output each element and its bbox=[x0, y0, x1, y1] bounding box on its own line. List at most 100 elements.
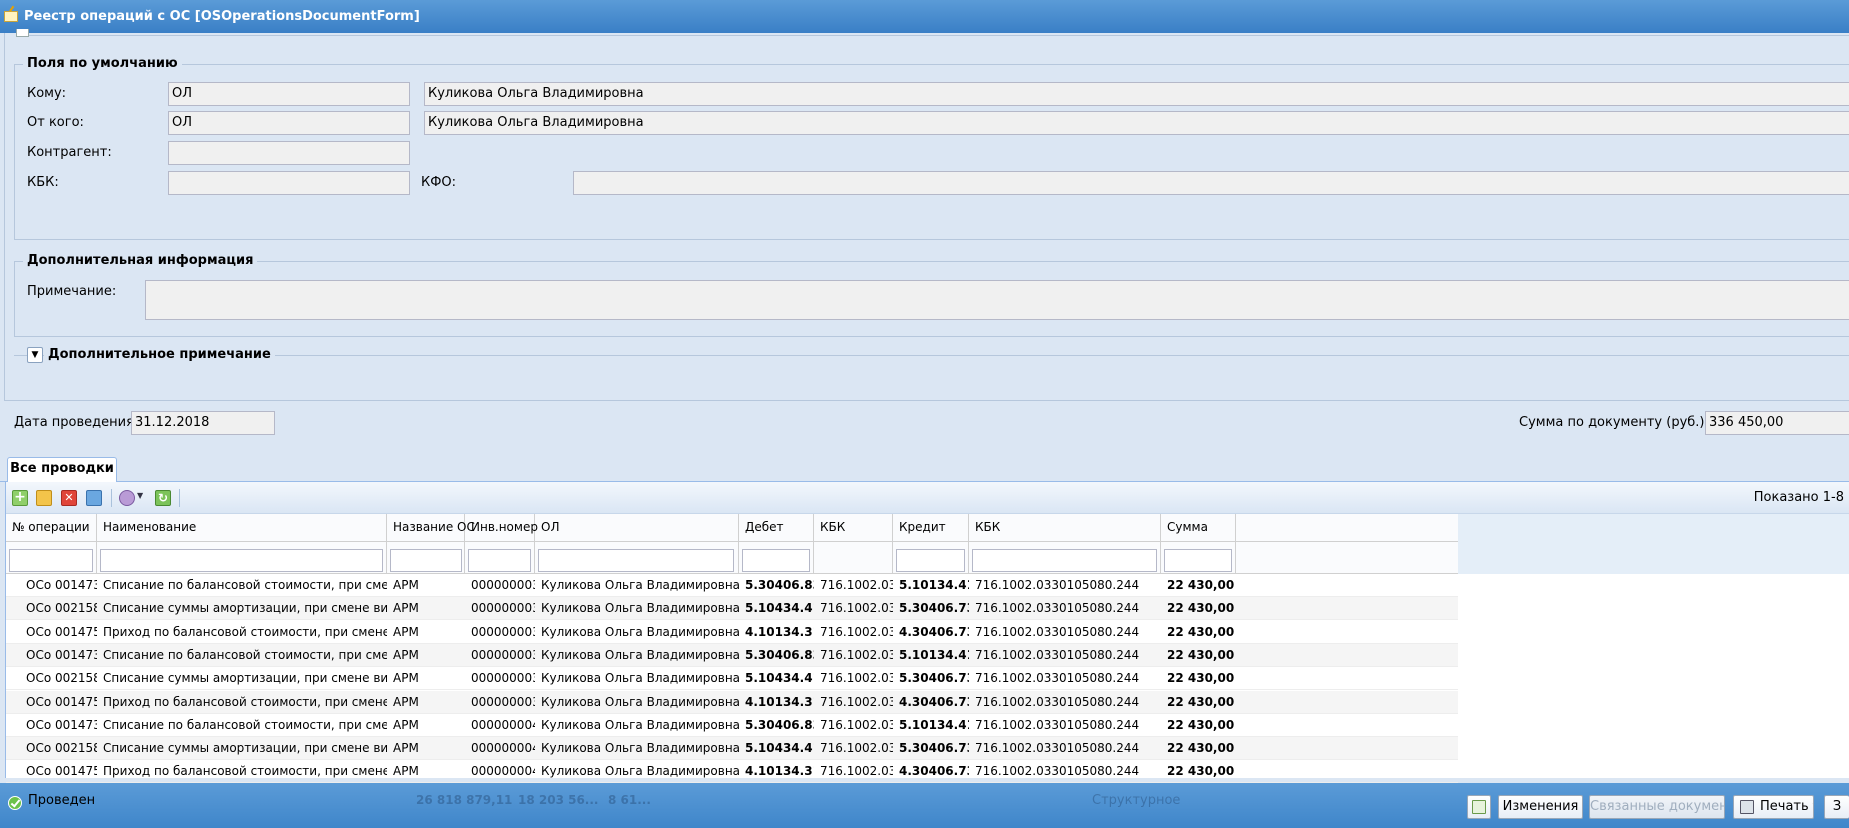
kbk-credit-cell: 716.1002.0330105080.244 bbox=[975, 647, 1140, 662]
inventory-number-cell: 0000000038 bbox=[471, 601, 535, 616]
inventory-number-cell: 0000000039 bbox=[471, 694, 535, 709]
table-row[interactable]: ОСо 001475 Приход по балансовой стоимости… bbox=[6, 760, 1458, 784]
ol-cell: Куликова Ольга Владимировна bbox=[541, 671, 739, 686]
sum-cell: 22 430,00 bbox=[1167, 578, 1235, 592]
otkogo-code-field[interactable]: ОЛ bbox=[168, 111, 410, 135]
os-name-cell: АРМ bbox=[393, 601, 419, 616]
ol-cell: Куликова Ольга Владимировна bbox=[541, 578, 739, 592]
table-row[interactable]: ОСо 002158 Списание суммы амортизации, пр… bbox=[6, 597, 1458, 621]
inventory-number-cell: 0000000040 bbox=[471, 717, 535, 732]
check-circle-icon bbox=[8, 796, 22, 810]
ghost-total: 18 203 56... bbox=[518, 793, 599, 807]
kbk-debit-cell: 716.1002.03... bbox=[820, 578, 893, 592]
credit-cell: 5.10134.410 bbox=[899, 647, 969, 662]
sum-field[interactable]: 336 450,00 bbox=[1705, 411, 1849, 435]
inventory-number-cell: 0000000040 bbox=[471, 741, 535, 756]
name-cell: Списание суммы амортизации, при смене ви… bbox=[103, 671, 387, 686]
tab-all-entries[interactable]: Все проводки bbox=[7, 457, 117, 483]
linked-documents-button[interactable]: Связанные документы bbox=[1589, 795, 1725, 819]
ol-cell: Куликова Ольга Владимировна bbox=[541, 741, 739, 756]
table-row[interactable]: ОСо 001473 Списание по балансовой стоимос… bbox=[6, 643, 1458, 667]
extra-note-toggle[interactable]: ▼ bbox=[27, 347, 43, 363]
delete-icon[interactable]: ✕ bbox=[61, 490, 77, 506]
operation-number-cell: ОСо 001475 bbox=[26, 764, 97, 779]
top-divider bbox=[29, 35, 1849, 36]
collapsed-checkbox[interactable] bbox=[16, 29, 29, 37]
os-name-cell: АРМ bbox=[393, 741, 419, 756]
col-debit-filter[interactable] bbox=[742, 549, 810, 572]
edit-icon[interactable] bbox=[36, 490, 52, 506]
kfo-field[interactable] bbox=[573, 171, 1849, 195]
print-button[interactable]: Печать ▾ bbox=[1733, 795, 1814, 819]
debit-cell: 4.10134.310 bbox=[745, 624, 814, 639]
col-os-name-filter[interactable] bbox=[390, 549, 462, 572]
ghost-total: 26 818 879,11 bbox=[416, 793, 513, 807]
table-row[interactable]: ОСо 001473 Списание по балансовой стоимос… bbox=[6, 714, 1458, 737]
kfo-label: КФО: bbox=[421, 175, 457, 190]
toolbar-separator bbox=[111, 489, 112, 507]
table-row[interactable]: ОСо 002158 Списание суммы амортизации, пр… bbox=[6, 737, 1458, 761]
grid-toolbar: + ✕ ▼ ↻ Показано 1-8 bbox=[6, 482, 1849, 514]
kbk-field[interactable] bbox=[168, 171, 410, 195]
changes-button[interactable]: Изменения bbox=[1498, 795, 1583, 819]
name-cell: Приход по балансовой стоимости, при смен… bbox=[103, 694, 387, 709]
name-cell: Списание суммы амортизации, при смене ви… bbox=[103, 741, 387, 756]
note-label: Примечание: bbox=[27, 284, 117, 299]
debit-cell: 4.10134.310 bbox=[745, 764, 814, 779]
date-label: Дата проведения: bbox=[14, 415, 139, 430]
col-operation-number-filter[interactable] bbox=[9, 549, 93, 572]
ghost-total: 8 61... bbox=[608, 793, 651, 807]
col-ol-filter[interactable] bbox=[538, 549, 734, 572]
kbk-credit-cell: 716.1002.0330105080.244 bbox=[975, 671, 1140, 686]
window-titlebar: Реестр операций с ОС [OSOperationsDocume… bbox=[0, 0, 1849, 33]
col-inventory-number-filter[interactable] bbox=[468, 549, 531, 572]
operation-number-cell: ОСо 002158 bbox=[26, 601, 97, 616]
debit-cell: 5.30406.830 bbox=[745, 578, 814, 592]
komu-code-field[interactable]: ОЛ bbox=[168, 82, 410, 106]
note-field[interactable] bbox=[145, 280, 1849, 320]
printer-icon bbox=[1740, 800, 1754, 814]
defaults-fieldset-title: Поля по умолчанию bbox=[23, 56, 182, 72]
status-text: Проведен bbox=[28, 793, 96, 808]
name-cell: Списание суммы амортизации, при смене ви… bbox=[103, 601, 387, 616]
credit-cell: 5.30406.730 bbox=[899, 741, 969, 756]
col-kbk-credit-filter[interactable] bbox=[972, 549, 1157, 572]
export-button[interactable] bbox=[1467, 795, 1491, 819]
actions-menu-icon[interactable] bbox=[119, 490, 135, 506]
kontragent-field[interactable] bbox=[168, 141, 410, 165]
col-sum-filter[interactable] bbox=[1164, 549, 1232, 572]
next-button[interactable]: З bbox=[1824, 795, 1849, 819]
debit-cell: 5.10434.411 bbox=[745, 601, 814, 616]
export-document-icon bbox=[1472, 800, 1486, 814]
tab-strip: Все проводки bbox=[0, 455, 1849, 483]
name-cell: Списание по балансовой стоимости, при см… bbox=[103, 717, 387, 732]
ol-cell: Куликова Ольга Владимировна bbox=[541, 647, 739, 662]
debit-cell: 5.10434.411 bbox=[745, 741, 814, 756]
inventory-number-cell: 0000000039 bbox=[471, 647, 535, 662]
table-row[interactable]: ОСо 001475 Приход по балансовой стоимости… bbox=[6, 621, 1458, 644]
komu-name-field[interactable]: Куликова Ольга Владимировна bbox=[424, 82, 1849, 106]
copy-icon[interactable] bbox=[86, 490, 102, 506]
status-bar: Проведен 26 818 879,11 18 203 56... 8 61… bbox=[0, 783, 1849, 828]
shown-count: Показано 1-8 bbox=[1753, 490, 1844, 505]
col-name-filter[interactable] bbox=[100, 549, 383, 572]
credit-cell: 4.30406.730 bbox=[899, 694, 969, 709]
col-credit-filter[interactable] bbox=[896, 549, 965, 572]
kbk-debit-cell: 716.1002.03... bbox=[820, 601, 893, 616]
table-row[interactable]: ОСо 001473 Списание по балансовой стоимос… bbox=[6, 574, 1458, 597]
chevron-down-icon[interactable]: ▼ bbox=[137, 491, 143, 500]
table-row[interactable]: ОСо 001475 Приход по балансовой стоимости… bbox=[6, 690, 1458, 714]
name-cell: Приход по балансовой стоимости, при смен… bbox=[103, 764, 387, 779]
kbk-debit-cell: 716.1002.03... bbox=[820, 717, 893, 732]
add-icon[interactable]: + bbox=[12, 490, 28, 506]
otkogo-name-field[interactable]: Куликова Ольга Владимировна bbox=[424, 111, 1849, 135]
entries-grid: + ✕ ▼ ↻ Показано 1-8 ОСо 001473 Списание … bbox=[5, 482, 1849, 784]
date-field[interactable]: 31.12.2018 bbox=[131, 411, 275, 435]
refresh-icon[interactable]: ↻ bbox=[155, 490, 171, 506]
kbk-debit-cell: 716.1002.03... bbox=[820, 741, 893, 756]
table-row[interactable]: ОСо 002158 Списание суммы амортизации, пр… bbox=[6, 667, 1458, 691]
col-kbk-debit-header[interactable]: КБК bbox=[814, 514, 893, 574]
komu-label: Кому: bbox=[27, 86, 67, 101]
edit-document-icon bbox=[4, 11, 18, 22]
os-name-cell: АРМ bbox=[393, 624, 419, 639]
